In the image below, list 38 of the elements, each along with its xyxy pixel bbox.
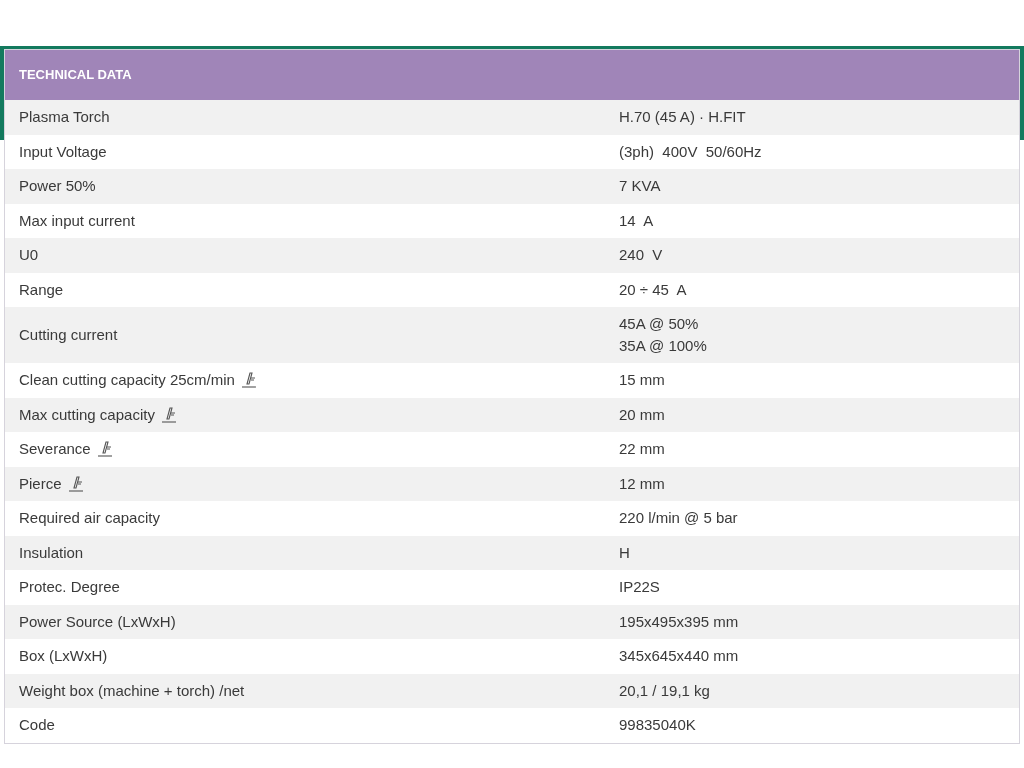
- spec-label: Range: [19, 279, 64, 300]
- spec-value: 20 ÷ 45 A: [619, 279, 687, 300]
- spec-label: Code: [19, 715, 55, 735]
- spec-label: Plasma Torch: [19, 107, 110, 127]
- spec-value: 15 mm: [619, 370, 665, 391]
- spec-value: 99835040K: [619, 715, 696, 736]
- spec-label: Input Voltage: [19, 141, 107, 162]
- spec-label: Protec. Degree: [19, 577, 120, 597]
- spec-label: Required air capacity: [19, 508, 160, 528]
- spec-label: U0: [19, 245, 39, 265]
- spec-label: Power 50%: [19, 176, 96, 196]
- spec-value: IP22S: [619, 577, 660, 598]
- spec-value: 220 l/min @ 5 bar: [619, 508, 738, 529]
- spec-value: 20 mm: [619, 404, 665, 425]
- spec-value: 12 mm: [619, 473, 665, 494]
- spec-value: (3ph) 400V 50/60Hz: [619, 141, 762, 162]
- spec-label: Pierce: [19, 473, 62, 494]
- spec-label: Power Source (LxWxH): [19, 611, 176, 632]
- spec-value: 345x645x440 mm: [619, 646, 739, 667]
- spec-value: 195x495x395 mm: [619, 611, 739, 632]
- spec-label: Box (LxWxH): [19, 646, 108, 666]
- spec-value: 14 A: [619, 210, 654, 231]
- spec-value: H.70 (45 A) · H.FIT: [619, 107, 746, 128]
- spec-label: Weight box (machine + torch) /net: [19, 680, 245, 701]
- spec-label: Severance: [19, 439, 91, 459]
- spec-value: 240 V: [619, 245, 663, 266]
- spec-value: 22 mm: [619, 439, 665, 460]
- spec-label: Max input current: [19, 210, 135, 231]
- spec-value: 20,1 / 19,1 kg: [619, 680, 710, 701]
- table-title: TECHNICAL DATA: [5, 50, 1019, 100]
- spec-label: Clean cutting capacity 25cm/min: [19, 370, 235, 390]
- spec-value: 7 KVA: [619, 176, 661, 197]
- spec-label: Cutting current: [19, 324, 118, 345]
- spec-value: H: [619, 542, 630, 563]
- spec-label: Max cutting capacity: [19, 404, 155, 425]
- spec-label: Insulation: [19, 542, 84, 563]
- spec-value: 35A @ 100%: [619, 336, 707, 356]
- spec-value: 45A @ 50%: [619, 314, 700, 334]
